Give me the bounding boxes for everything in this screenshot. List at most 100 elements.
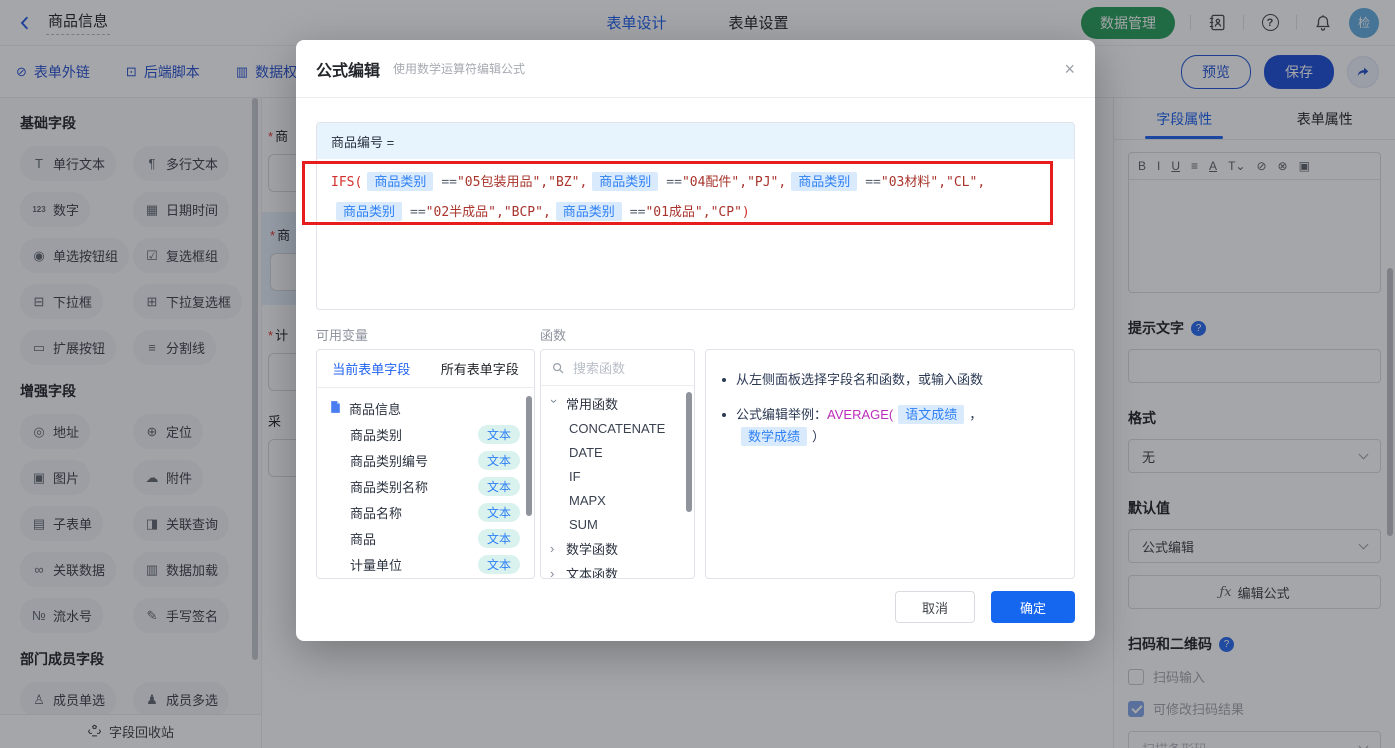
formula-token: "03材料" — [881, 175, 938, 190]
variable-type-tag: 文本 — [478, 529, 520, 548]
tip-example-field-chip: 数学成绩 — [741, 427, 807, 446]
variable-item[interactable]: 商品类别 文本 — [317, 421, 534, 447]
confirm-button[interactable]: 确定 — [991, 591, 1075, 623]
bullet-icon — [722, 413, 726, 417]
functions-list: › 常用函数 CONCATENATEDATEIFMAPXSUM › 数学函数 › 文本函数 — [541, 386, 694, 579]
formula-token: == — [441, 175, 457, 190]
variable-name: 商品 — [350, 529, 376, 548]
function-item[interactable]: MAPX — [541, 488, 694, 512]
formula-box: 商品编号 = IFS(商品类别=="05包装用品","BZ",商品类别=="04… — [316, 122, 1075, 310]
modal-body: 商品编号 = IFS(商品类别=="05包装用品","BZ",商品类别=="04… — [296, 98, 1095, 579]
function-search[interactable]: 搜索函数 — [541, 350, 694, 386]
formula-field-chip: 商品类别 — [367, 172, 433, 191]
search-icon — [551, 361, 565, 375]
formula-token: "CP" — [711, 205, 742, 220]
formula-target: 商品编号 = — [317, 123, 1074, 159]
variable-type-tag: 文本 — [478, 425, 520, 444]
tip-line-2: 公式编辑举例：AVERAGE( 语文成绩 ， 数学成绩 ） — [722, 404, 1058, 448]
modal-footer: 取消 确定 — [895, 591, 1075, 623]
formula-token: "CL" — [946, 175, 977, 190]
formula-token: , — [703, 205, 711, 220]
function-item[interactable]: IF — [541, 464, 694, 488]
formula-token: , — [543, 205, 551, 220]
formula-input-area[interactable]: IFS(商品类别=="05包装用品","BZ",商品类别=="04配件","PJ… — [317, 159, 1043, 235]
tip-example-prefix: 公式编辑举例： — [736, 407, 827, 422]
function-group[interactable]: › 文本函数 — [541, 561, 694, 579]
formula-token: == — [410, 205, 426, 220]
formula-token: IFS( — [331, 175, 362, 190]
variable-name: 商品名称 — [350, 503, 402, 522]
function-group-label: 数学函数 — [566, 539, 618, 558]
formula-token: == — [630, 205, 646, 220]
variable-name: 计量单位 — [350, 555, 402, 574]
variables-tab[interactable]: 所有表单字段 — [426, 350, 535, 387]
modal-columns: 当前表单字段所有表单字段 商品信息商品类别文本商品类别编号文本商品类别名称文本商… — [316, 349, 1075, 579]
variables-label: 可用变量 — [316, 325, 540, 344]
variable-item[interactable]: 商品类别编号文本 — [317, 447, 534, 473]
variables-tabs: 当前表单字段所有表单字段 — [317, 350, 534, 388]
tip-example-separator: ， — [969, 407, 982, 422]
variable-type-tag: 文本 — [478, 503, 520, 522]
panel-labels: 可用变量 函数 — [316, 325, 1075, 344]
tip-example-function: AVERAGE( — [827, 407, 893, 422]
tips-panel: 从左侧面板选择字段名和函数，或输入函数 公式编辑举例：AVERAGE( 语文成绩 ，… — [705, 349, 1075, 579]
functions-label: 函数 — [540, 325, 566, 344]
close-icon[interactable]: × — [1064, 60, 1075, 78]
tip-line-1: 从左侧面板选择字段名和函数，或输入函数 — [722, 369, 1058, 391]
function-item[interactable]: SUM — [541, 512, 694, 536]
formula-token: "04配件" — [682, 175, 739, 190]
cancel-button[interactable]: 取消 — [895, 591, 975, 623]
formula-token: "BCP" — [504, 205, 543, 220]
variables-panel: 当前表单字段所有表单字段 商品信息商品类别文本商品类别编号文本商品类别名称文本商… — [316, 349, 535, 579]
tip-text-1: 从左侧面板选择字段名和函数，或输入函数 — [736, 369, 983, 391]
formula-field-chip: 商品类别 — [592, 172, 658, 191]
chevron-collapsed-icon: › — [550, 541, 559, 556]
formula-token: == — [666, 175, 682, 190]
formula-token: , — [540, 175, 548, 190]
function-group[interactable]: › 常用函数 — [541, 391, 694, 416]
form-icon — [329, 400, 342, 417]
variables-root-node[interactable]: 商品信息 — [317, 395, 534, 421]
formula-token: , — [739, 175, 747, 190]
formula-token: , — [496, 205, 504, 220]
formula-token: "PJ" — [747, 175, 778, 190]
variables-list: 商品信息商品类别文本商品类别编号文本商品类别名称文本商品名称文本商品文本计量单位… — [317, 388, 534, 579]
functions-scrollbar[interactable] — [686, 392, 692, 512]
variable-name: 商品类别 — [350, 425, 402, 444]
formula-token: "05包装用品" — [457, 175, 540, 190]
chevron-collapsed-icon: › — [550, 566, 559, 579]
function-group[interactable]: › 数学函数 — [541, 536, 694, 561]
chevron-expanded-icon: › — [547, 399, 562, 408]
formula-token: "01成品" — [645, 205, 702, 220]
formula-field-chip: 商品类别 — [556, 202, 622, 221]
bullet-icon — [722, 378, 726, 382]
formula-token: "BZ" — [548, 175, 579, 190]
tip-example-close: ） — [812, 429, 825, 444]
variables-root-label: 商品信息 — [349, 399, 401, 418]
functions-panel: 搜索函数 ›常用函数CONCATENATEDATEIFMAPXSUM›数学函数›… — [540, 349, 695, 579]
tip-example-field-chip: 语文成绩 — [898, 405, 964, 424]
formula-token: , — [778, 175, 786, 190]
variable-item[interactable]: 商品 文本 — [317, 525, 534, 551]
function-item[interactable]: CONCATENATE — [541, 416, 694, 440]
function-group-label: 文本函数 — [566, 564, 618, 579]
variable-type-tag: 文本 — [478, 477, 520, 496]
formula-token: ) — [742, 205, 750, 220]
variable-type-tag: 文本 — [478, 555, 520, 574]
variable-item[interactable]: 商品类别名称文本 — [317, 473, 534, 499]
function-group-label: 常用函数 — [566, 394, 618, 413]
variable-item[interactable]: 计量单位 文本 — [317, 551, 534, 577]
formula-token: , — [938, 175, 946, 190]
formula-token: , — [579, 175, 587, 190]
variables-scrollbar[interactable] — [526, 396, 532, 516]
formula-token: == — [865, 175, 881, 190]
formula-token: , — [977, 175, 985, 190]
variables-tab[interactable]: 当前表单字段 — [317, 350, 426, 387]
variable-item[interactable]: 商品名称 文本 — [317, 499, 534, 525]
formula-field-chip: 商品类别 — [336, 202, 402, 221]
tip-example: 公式编辑举例：AVERAGE( 语文成绩 ， 数学成绩 ） — [736, 404, 1058, 448]
formula-field-chip: 商品类别 — [791, 172, 857, 191]
function-item[interactable]: DATE — [541, 440, 694, 464]
variable-type-tag: 文本 — [478, 451, 520, 470]
modal-subtitle: 使用数学运算符编辑公式 — [393, 60, 525, 77]
